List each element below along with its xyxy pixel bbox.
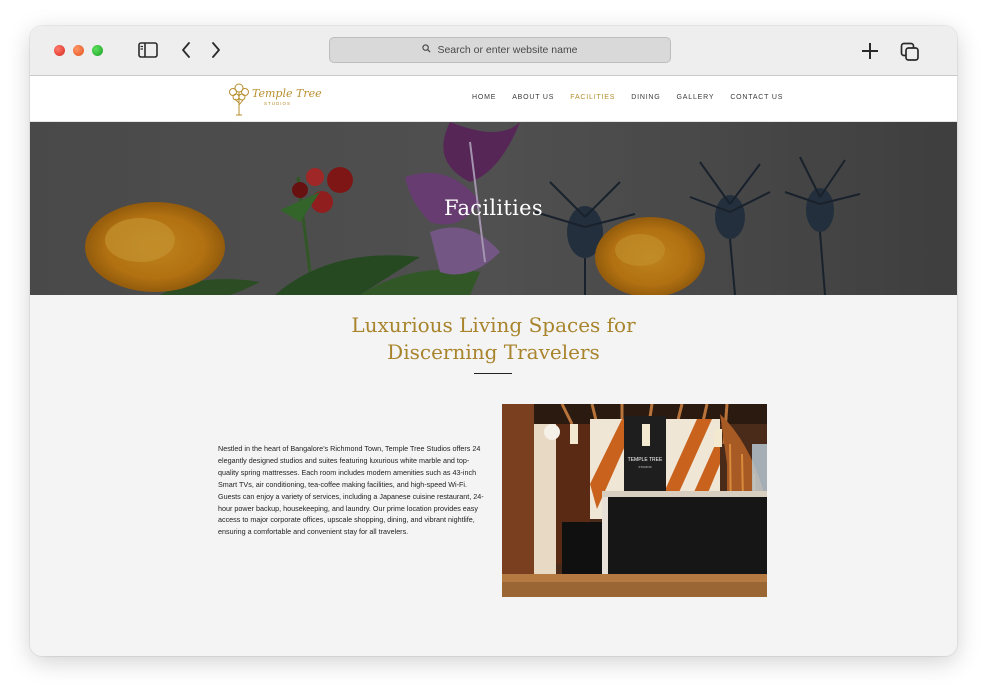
sidebar-icon[interactable] [137, 40, 159, 60]
main-navigation: HOME ABOUT US FACILITIES DINING GALLERY … [472, 94, 783, 101]
hero-banner: Facilities [30, 122, 957, 295]
tabs-overview-icon[interactable] [899, 41, 921, 63]
sign-line1: TEMPLE TREE [628, 457, 663, 463]
forward-icon[interactable] [208, 40, 224, 60]
new-tab-icon[interactable] [860, 41, 880, 61]
logo-subtext: STUDIOS [264, 101, 292, 106]
browser-window: Search or enter website name Temple Tree… [30, 26, 957, 656]
nav-facilities[interactable]: FACILITIES [570, 94, 615, 101]
web-page: Temple Tree STUDIOS HOME ABOUT US FACILI… [30, 76, 957, 656]
reception-photo: TEMPLE TREE STUDIOS [502, 404, 767, 597]
search-icon [422, 44, 431, 56]
section-heading-line2: Discerning Travelers [387, 340, 600, 364]
tree-logo-icon [229, 83, 249, 116]
back-icon[interactable] [178, 40, 194, 60]
section-heading-line1: Luxurious Living Spaces for [351, 313, 636, 337]
logo-wordmark: Temple Tree [252, 87, 322, 100]
close-window-button[interactable] [54, 45, 65, 56]
address-bar[interactable]: Search or enter website name [329, 37, 671, 63]
heading-divider [474, 373, 512, 374]
section-heading: Luxurious Living Spaces for Discerning T… [30, 312, 957, 366]
address-placeholder: Search or enter website name [437, 44, 578, 56]
nav-contact-us[interactable]: CONTACT US [730, 94, 783, 101]
site-header: Temple Tree STUDIOS HOME ABOUT US FACILI… [30, 76, 957, 122]
hero-title: Facilities [444, 196, 543, 220]
site-logo[interactable]: Temple Tree STUDIOS [224, 79, 322, 119]
nav-dining[interactable]: DINING [631, 94, 660, 101]
minimize-window-button[interactable] [73, 45, 84, 56]
sign-line2: STUDIOS [638, 465, 651, 469]
nav-home[interactable]: HOME [472, 94, 496, 101]
nav-gallery[interactable]: GALLERY [677, 94, 715, 101]
browser-toolbar: Search or enter website name [30, 26, 957, 76]
facilities-description: Nestled in the heart of Bangalore’s Rich… [218, 444, 484, 537]
maximize-window-button[interactable] [92, 45, 103, 56]
nav-about-us[interactable]: ABOUT US [512, 94, 554, 101]
